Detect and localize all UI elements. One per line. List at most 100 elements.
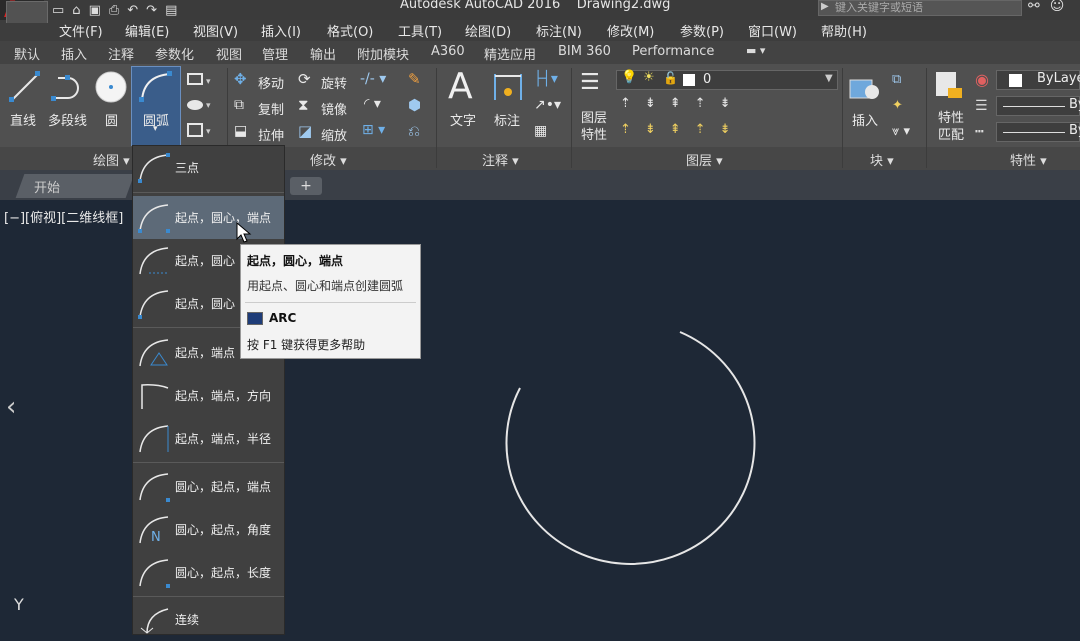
tab-featured-apps[interactable]: 精选应用 — [484, 44, 536, 63]
create-block-icon[interactable]: ⧉ — [892, 72, 901, 87]
tab-home[interactable]: 默认 — [14, 44, 40, 63]
layer-properties-icon[interactable]: ☰ — [580, 70, 600, 95]
polyline-icon[interactable] — [50, 70, 86, 104]
menu-format[interactable]: 格式(O) — [327, 21, 373, 40]
save-icon[interactable]: ▣ — [89, 3, 101, 18]
undo-icon[interactable]: ↶ — [127, 3, 138, 18]
rotate-icon[interactable]: ⟳ — [298, 70, 311, 88]
fillet-icon[interactable]: ◜ ▾ — [364, 96, 381, 112]
edit-block-icon[interactable]: ✦ — [892, 98, 903, 113]
array-icon[interactable]: ⊞ ▾ — [362, 122, 385, 138]
circle-button-label[interactable]: 圆 — [105, 110, 118, 129]
arc-menu-item[interactable]: 圆心，起点，端点 — [133, 465, 284, 508]
modify-panel-label[interactable]: 修改 ▾ — [310, 150, 347, 169]
new-file-icon[interactable]: ▭ — [52, 3, 64, 18]
open-file-icon[interactable]: ⌂ — [72, 3, 80, 18]
block-panel-label[interactable]: 块 ▾ — [870, 150, 894, 169]
arc-menu-item[interactable]: 起点，端点，方向 — [133, 374, 284, 417]
menu-parametric[interactable]: 参数(P) — [680, 21, 724, 40]
match-properties-icon[interactable] — [934, 70, 966, 104]
block-attribute-icon[interactable]: ⩔ ▾ — [892, 124, 910, 139]
new-tab-button[interactable]: + — [290, 177, 322, 195]
insert-button-label[interactable]: 插入 — [852, 110, 878, 129]
arc-menu-item[interactable]: 三点 — [133, 146, 284, 189]
erase-icon[interactable]: ✎ — [408, 70, 421, 88]
ribbon-minimize-icon[interactable]: ▬ ▾ — [746, 44, 765, 57]
start-tab-label[interactable]: 开始 — [34, 177, 60, 196]
linear-dim-icon[interactable]: ├┤▾ — [534, 71, 558, 87]
layer-tools-row1-icon[interactable]: ⇡⇟⇞⇡⇟ — [620, 96, 744, 111]
tab-manage[interactable]: 管理 — [262, 44, 288, 63]
stretch-icon[interactable]: ⬓ — [234, 123, 247, 139]
text-button-label[interactable]: 文字 — [450, 110, 476, 129]
viewport-controls[interactable]: [−][俯视][二维线框] — [4, 207, 123, 226]
lineweight-dropdown[interactable]: By — [996, 96, 1080, 116]
menu-dimension[interactable]: 标注(N) — [536, 21, 582, 40]
annotation-panel-label[interactable]: 注释 ▾ — [482, 150, 519, 169]
linetype-dropdown[interactable]: By — [996, 122, 1080, 142]
redo-icon[interactable]: ↷ — [146, 3, 157, 18]
menu-window[interactable]: 窗口(W) — [748, 21, 797, 40]
menu-edit[interactable]: 编辑(E) — [125, 21, 169, 40]
insert-block-icon[interactable] — [848, 70, 882, 104]
scale-icon[interactable]: ◪ — [298, 122, 312, 140]
menu-tools[interactable]: 工具(T) — [398, 21, 442, 40]
dimension-icon[interactable] — [492, 70, 524, 104]
layer-tools-row2-icon[interactable]: ⇡⇟⇞⇡⇟ — [620, 122, 744, 137]
arc-drawing[interactable] — [500, 328, 760, 578]
workspace-icon[interactable]: ▤ — [165, 3, 177, 18]
tab-bim360[interactable]: BIM 360 — [558, 44, 611, 59]
draw-panel-label[interactable]: 绘图 ▾ — [93, 150, 130, 169]
binoculars-icon[interactable]: ⚯ — [1028, 0, 1040, 14]
trim-icon[interactable]: -/- ▾ — [360, 71, 386, 87]
polyline-button-label[interactable]: 多段线 — [48, 110, 87, 129]
menu-file[interactable]: 文件(F) — [59, 21, 103, 40]
user-icon[interactable]: ☺ — [1050, 0, 1065, 14]
tab-a360[interactable]: A360 — [431, 44, 465, 59]
menu-draw[interactable]: 绘图(D) — [465, 21, 511, 40]
tab-output[interactable]: 输出 — [310, 44, 336, 63]
move-button-label[interactable]: 移动 — [258, 73, 284, 92]
tab-insert[interactable]: 插入 — [61, 44, 87, 63]
properties-panel-label[interactable]: 特性 ▾ — [1010, 150, 1047, 169]
mirror-icon[interactable]: ⧗ — [298, 96, 309, 114]
arc-menu-item-hovered[interactable]: 起点，圆心，端点 — [133, 196, 284, 239]
layer-properties-label[interactable]: 图层 特性 — [581, 110, 607, 144]
circle-icon[interactable] — [94, 70, 128, 104]
table-icon[interactable]: ▦ — [534, 123, 547, 139]
scale-button-label[interactable]: 缩放 — [321, 125, 347, 144]
mirror-button-label[interactable]: 镜像 — [321, 99, 347, 118]
copy-button-label[interactable]: 复制 — [258, 99, 284, 118]
search-input[interactable]: ▶ 键入关键字或短语 — [818, 0, 1022, 16]
chevron-left-icon[interactable]: ‹ — [6, 392, 16, 422]
layers-panel-label[interactable]: 图层 ▾ — [686, 150, 723, 169]
line-icon[interactable] — [8, 70, 42, 104]
tab-parametric[interactable]: 参数化 — [155, 44, 194, 63]
menu-modify[interactable]: 修改(M) — [607, 21, 654, 40]
copy-icon[interactable]: ⧉ — [234, 97, 244, 113]
arc-menu-item[interactable]: 圆心，起点，长度 — [133, 551, 284, 594]
tab-performance[interactable]: Performance — [632, 44, 714, 59]
text-icon[interactable]: A — [448, 66, 473, 107]
rotate-button-label[interactable]: 旋转 — [321, 73, 347, 92]
arc-menu-item[interactable]: 起点，端点，半径 — [133, 417, 284, 460]
layer-dropdown[interactable]: 💡 ☀ 🔓 0 ▼ — [616, 70, 838, 90]
arc-menu-item[interactable]: N 圆心，起点，角度 — [133, 508, 284, 551]
print-icon[interactable]: ⎙ — [109, 3, 119, 18]
menu-insert[interactable]: 插入(I) — [261, 21, 301, 40]
offset-icon[interactable]: ⎌ — [408, 122, 420, 140]
menu-view[interactable]: 视图(V) — [193, 21, 238, 40]
explode-icon[interactable]: ⬢ — [408, 96, 421, 114]
stretch-button-label[interactable]: 拉伸 — [258, 125, 284, 144]
line-button-label[interactable]: 直线 — [10, 110, 36, 129]
tab-view[interactable]: 视图 — [216, 44, 242, 63]
match-properties-label[interactable]: 特性 匹配 — [938, 110, 964, 144]
tab-addins[interactable]: 附加模块 — [357, 44, 409, 63]
dimension-button-label[interactable]: 标注 — [494, 110, 520, 129]
menu-help[interactable]: 帮助(H) — [821, 21, 867, 40]
tab-annotate[interactable]: 注释 — [108, 44, 134, 63]
draw-small-tools-icon[interactable]: ▾ ▾ ▾ — [186, 72, 216, 142]
leader-icon[interactable]: ↗•▾ — [534, 97, 561, 113]
move-icon[interactable]: ✥ — [234, 70, 247, 88]
color-dropdown[interactable]: ByLaye — [996, 70, 1080, 90]
